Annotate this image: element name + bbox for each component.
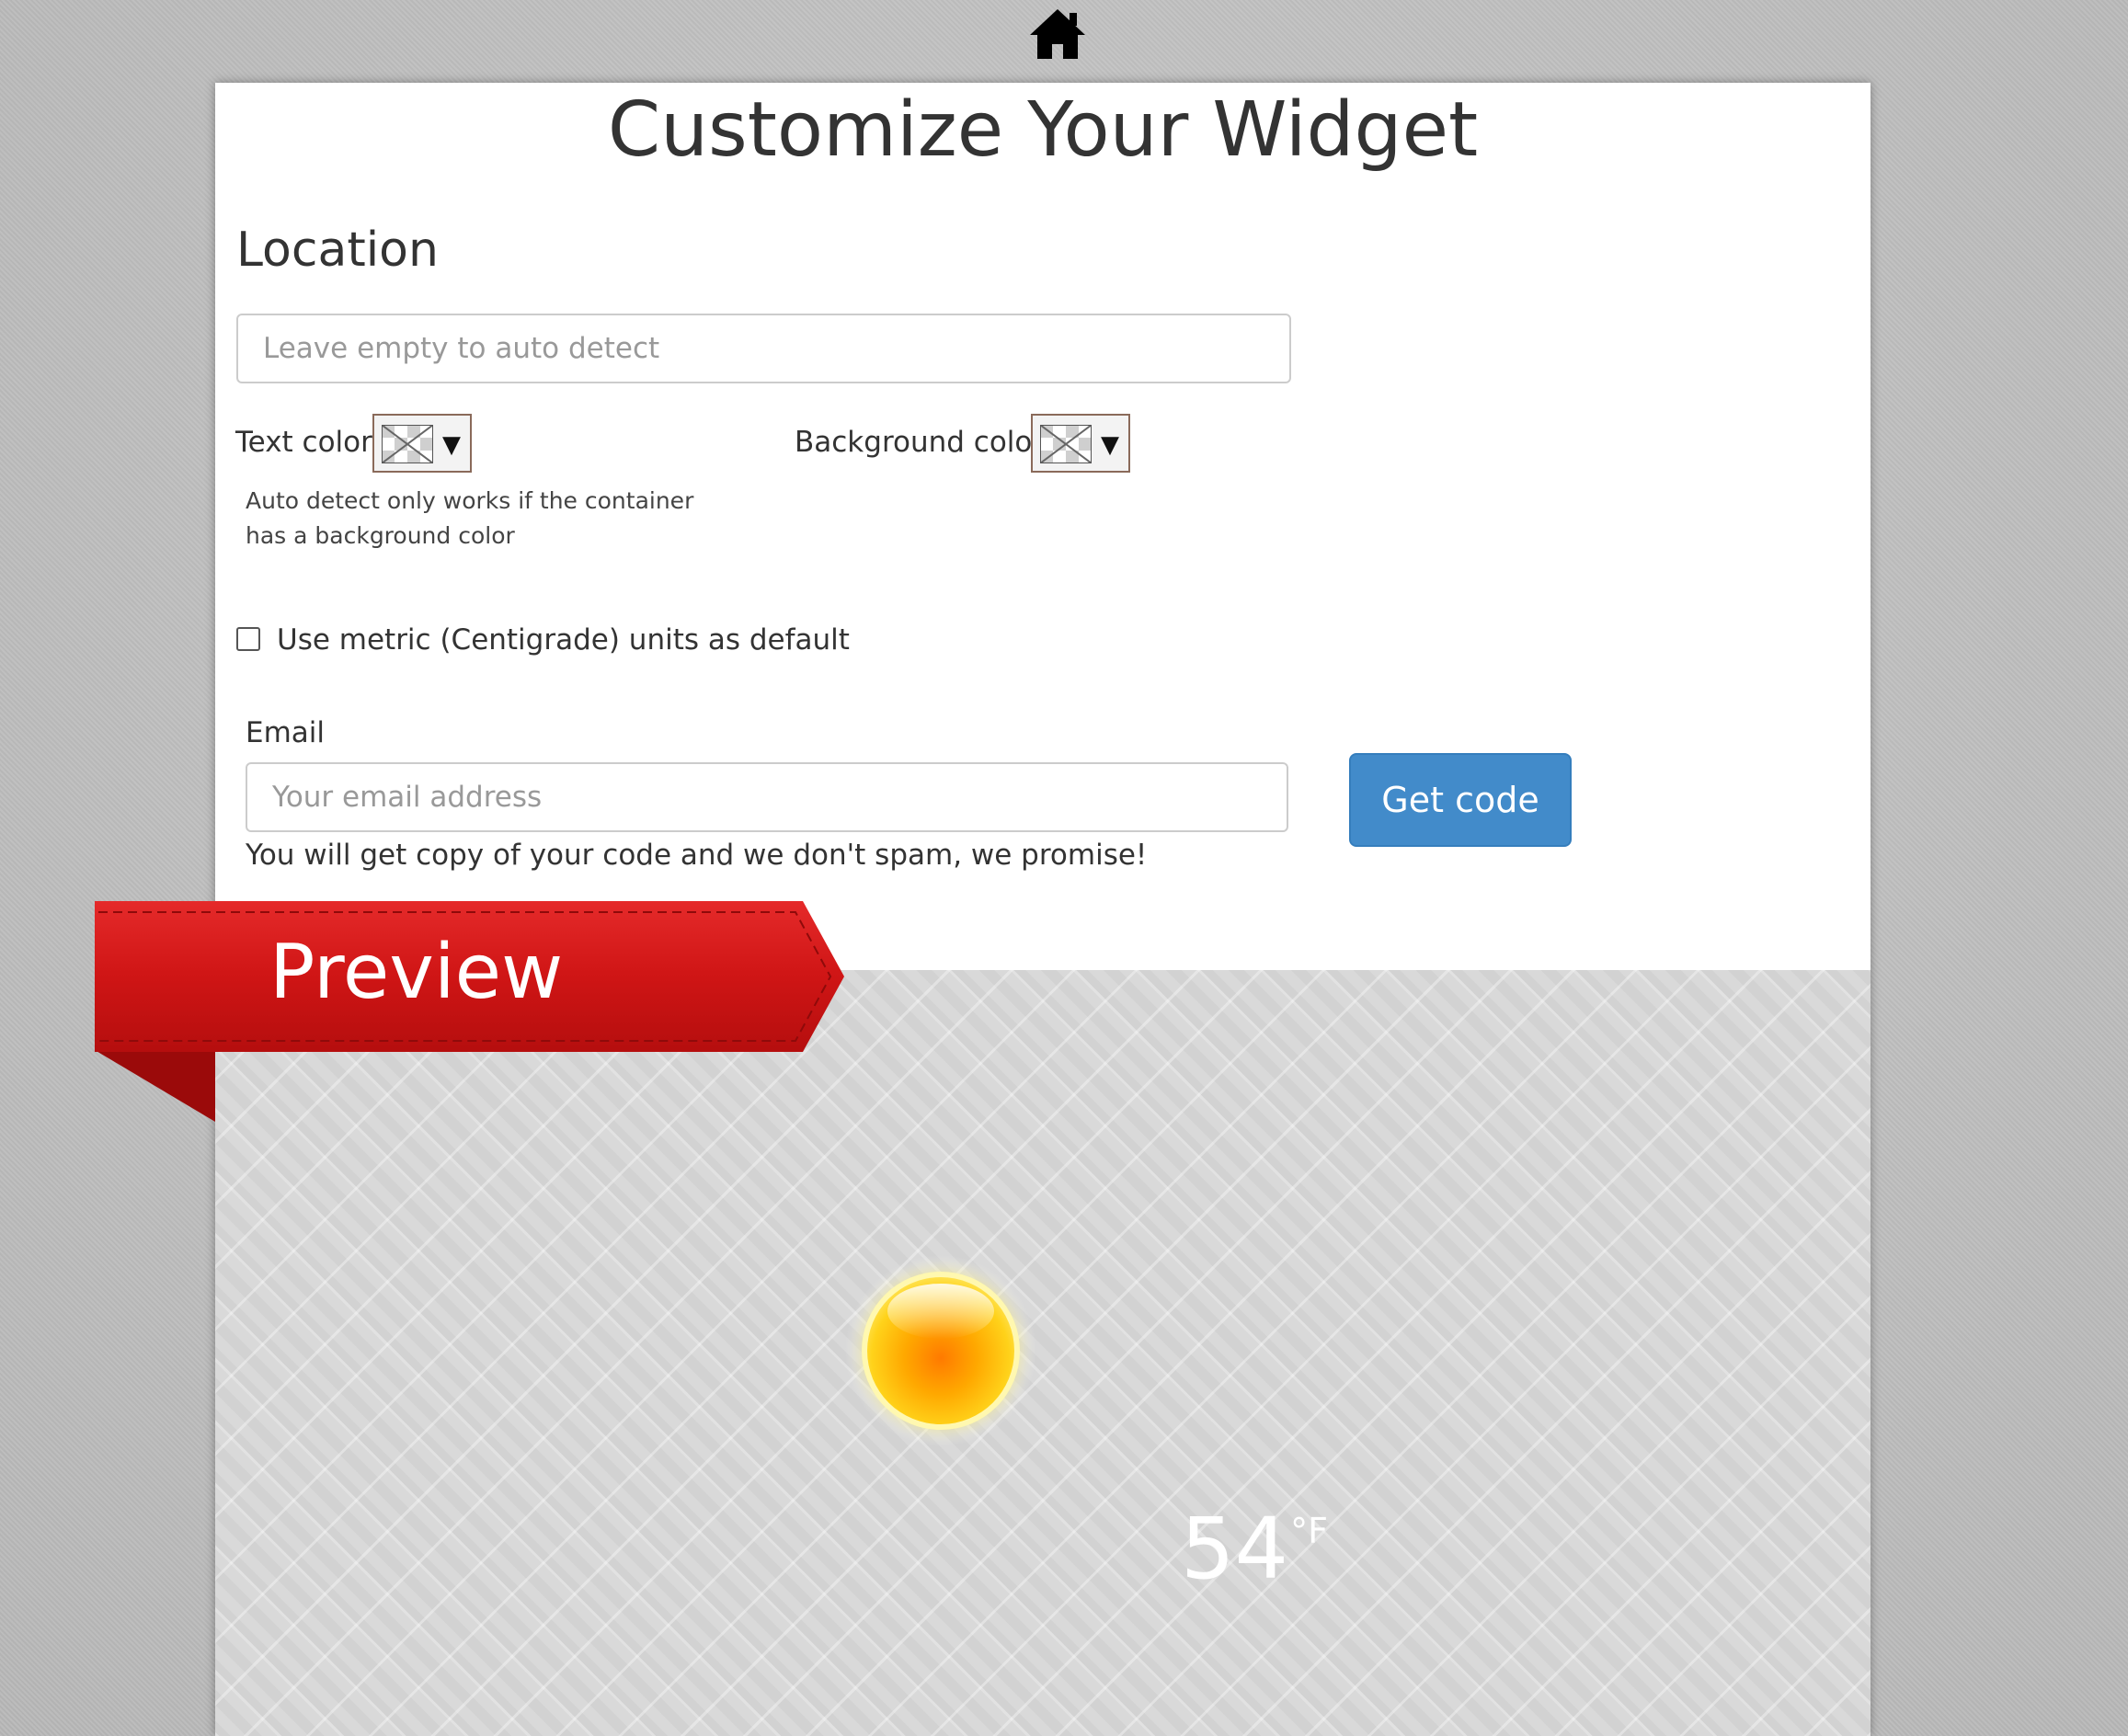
home-icon[interactable] <box>1028 7 1087 61</box>
get-code-button[interactable]: Get code <box>1349 753 1572 847</box>
transparent-swatch-icon <box>382 425 433 463</box>
background-color-label: Background color <box>795 426 1045 459</box>
metric-units-label[interactable]: Use metric (Centigrade) units as default <box>277 622 850 658</box>
auto-detect-note: Auto detect only works if the container … <box>246 487 694 549</box>
temperature-unit: °F <box>1290 1511 1328 1551</box>
preview-ribbon-label: Preview <box>269 929 564 1016</box>
spam-note: You will get copy of your code and we do… <box>246 839 1148 872</box>
email-field[interactable] <box>246 762 1288 832</box>
location-input[interactable] <box>236 314 1291 383</box>
location-heading: Location <box>236 223 439 278</box>
transparent-swatch-icon <box>1040 425 1092 463</box>
email-label: Email <box>246 716 326 749</box>
page-title: Customize Your Widget <box>607 86 1479 174</box>
temperature-value: 54 <box>1181 1500 1289 1598</box>
text-color-label: Text color <box>235 426 372 459</box>
temperature-readout: 54°F <box>1181 1503 1328 1595</box>
background-color-picker[interactable]: ▼ <box>1031 414 1130 473</box>
text-color-picker[interactable]: ▼ <box>372 414 472 473</box>
sun-icon <box>845 1255 1036 1446</box>
metric-units-checkbox[interactable] <box>236 627 260 651</box>
chevron-down-icon: ▼ <box>1101 431 1119 459</box>
chevron-down-icon: ▼ <box>442 431 461 459</box>
